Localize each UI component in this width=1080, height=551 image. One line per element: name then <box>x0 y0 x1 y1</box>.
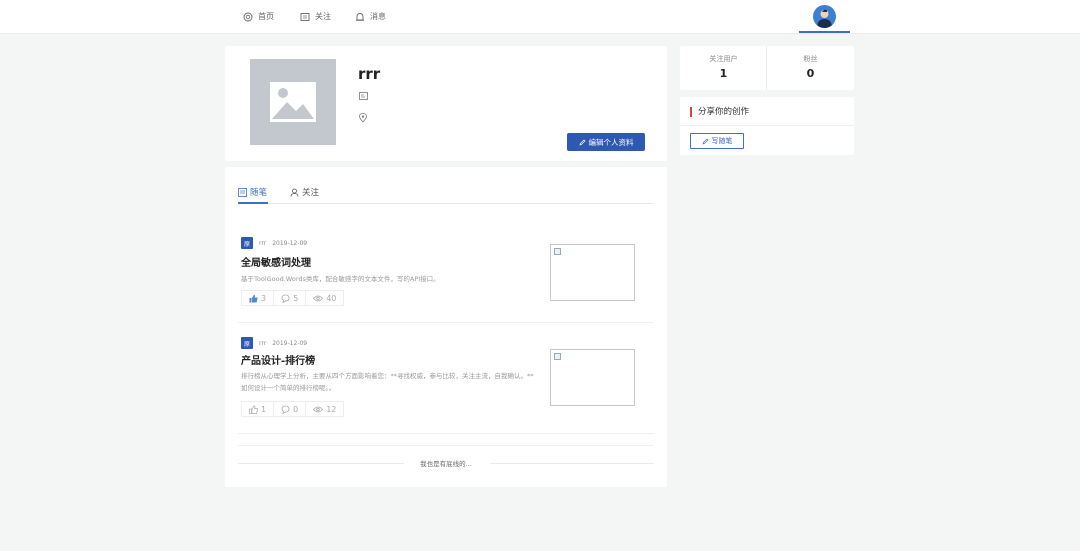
user-avatar-icon <box>817 9 832 28</box>
tab-following-label: 关注 <box>302 188 320 198</box>
end-of-list-text: 我也是有底线的... <box>420 460 472 468</box>
avatar-active-indicator <box>799 31 850 33</box>
view-count: 40 <box>326 293 337 303</box>
following-stat[interactable]: 关注用户 1 <box>680 46 767 90</box>
pencil-icon <box>578 139 585 146</box>
view-stat: 12 <box>306 402 343 416</box>
comment-icon <box>281 294 290 303</box>
original-badge: 原 <box>241 237 253 249</box>
id-card-icon <box>359 92 368 100</box>
image-placeholder-icon <box>270 82 316 122</box>
followers-count: 0 <box>806 67 815 80</box>
share-title: 分享你的创作 <box>690 107 749 117</box>
post-title[interactable]: 全局敏感词处理 <box>241 254 311 269</box>
post-author[interactable]: rrr <box>259 240 266 247</box>
profile-card: rrr 编辑个人资料 <box>225 46 667 161</box>
post-title[interactable]: 产品设计-排行榜 <box>241 352 315 367</box>
posts-card: 随笔 关注 原 rrr 2019-12-09 全局敏感词处理 基于ToolGoo… <box>225 167 667 487</box>
tab-posts[interactable]: 随笔 <box>238 186 267 198</box>
user-avatar[interactable] <box>813 5 836 28</box>
tab-active-indicator <box>238 202 268 204</box>
comment-icon <box>281 405 290 414</box>
followers-stat[interactable]: 粉丝 0 <box>767 46 854 90</box>
tab-divider <box>238 203 654 204</box>
bell-icon <box>356 12 364 21</box>
share-card: 分享你的创作 写随笔 <box>680 97 854 155</box>
post-item[interactable]: 原 rrr 2019-12-09 全局敏感词处理 基于ToolGood.Word… <box>241 237 651 307</box>
user-icon <box>290 188 299 197</box>
nav-item-home[interactable]: 首页 <box>243 11 274 22</box>
comment-count: 0 <box>293 404 299 414</box>
profile-image <box>250 59 336 145</box>
nav-label-messages: 消息 <box>370 12 386 21</box>
post-divider <box>238 433 654 434</box>
like-count: 3 <box>261 293 267 303</box>
comment-button[interactable]: 0 <box>274 402 307 416</box>
like-button[interactable]: 1 <box>242 402 275 416</box>
eye-icon <box>313 406 324 412</box>
like-count: 1 <box>261 404 267 414</box>
post-summary: 基于ToolGood.Words类库，配合敏感字的文本文件，写的API接口。 <box>241 275 440 283</box>
thumbs-up-icon <box>249 404 258 414</box>
thumbs-up-icon <box>249 294 258 302</box>
post-thumbnail[interactable] <box>550 244 635 301</box>
post-actions: 1 0 12 <box>241 401 345 417</box>
list-bottom-divider <box>238 445 654 446</box>
post-item[interactable]: 原 rrr 2019-12-09 产品设计-排行榜 排行榜从心理学上分析，主要从… <box>241 337 651 427</box>
post-thumbnail[interactable] <box>550 349 635 406</box>
broken-image-icon <box>554 248 561 255</box>
comment-button[interactable]: 5 <box>274 291 307 305</box>
view-stat: 40 <box>306 291 343 305</box>
nav-item-messages[interactable]: 消息 <box>355 11 386 22</box>
post-divider <box>238 322 654 323</box>
nav-label-follow: 关注 <box>315 12 331 21</box>
tab-following[interactable]: 关注 <box>290 186 319 198</box>
followers-label: 粉丝 <box>803 55 818 63</box>
nav-item-follow[interactable]: 关注 <box>300 11 331 22</box>
broken-image-icon <box>554 353 561 360</box>
following-label: 关注用户 <box>709 55 738 63</box>
stats-card: 关注用户 1 粉丝 0 <box>680 46 854 90</box>
nav-label-home: 首页 <box>258 12 274 21</box>
profile-username: rrr <box>358 65 381 83</box>
globe-icon <box>243 12 253 21</box>
pencil-icon <box>701 138 708 145</box>
write-post-button[interactable]: 写随笔 <box>690 133 744 149</box>
location-icon <box>359 113 367 123</box>
post-date: 2019-12-09 <box>272 339 308 347</box>
edit-profile-button[interactable]: 编辑个人资料 <box>567 133 645 151</box>
view-count: 12 <box>326 404 337 414</box>
end-of-list: 我也是有底线的... <box>238 458 654 468</box>
post-author[interactable]: rrr <box>259 340 266 347</box>
write-post-label: 写随笔 <box>711 137 733 145</box>
post-meta: 原 rrr 2019-12-09 <box>241 337 307 349</box>
post-actions: 3 5 40 <box>241 290 345 306</box>
post-date: 2019-12-09 <box>272 239 308 247</box>
following-count: 1 <box>719 67 728 80</box>
share-divider <box>680 125 854 126</box>
post-meta: 原 rrr 2019-12-09 <box>241 237 307 249</box>
comment-count: 5 <box>293 293 299 303</box>
document-icon <box>238 187 247 197</box>
eye-icon <box>313 295 324 301</box>
news-icon <box>300 12 310 21</box>
original-badge: 原 <box>241 337 253 349</box>
post-summary: 排行榜从心理学上分析，主要从四个方面影响着您：**寻找权威，参与比较，关注主流，… <box>241 372 534 392</box>
edit-profile-label: 编辑个人资料 <box>588 137 634 147</box>
top-nav: 首页 关注 消息 <box>0 0 1080 34</box>
tab-posts-label: 随笔 <box>250 188 268 198</box>
like-button[interactable]: 3 <box>242 291 275 305</box>
